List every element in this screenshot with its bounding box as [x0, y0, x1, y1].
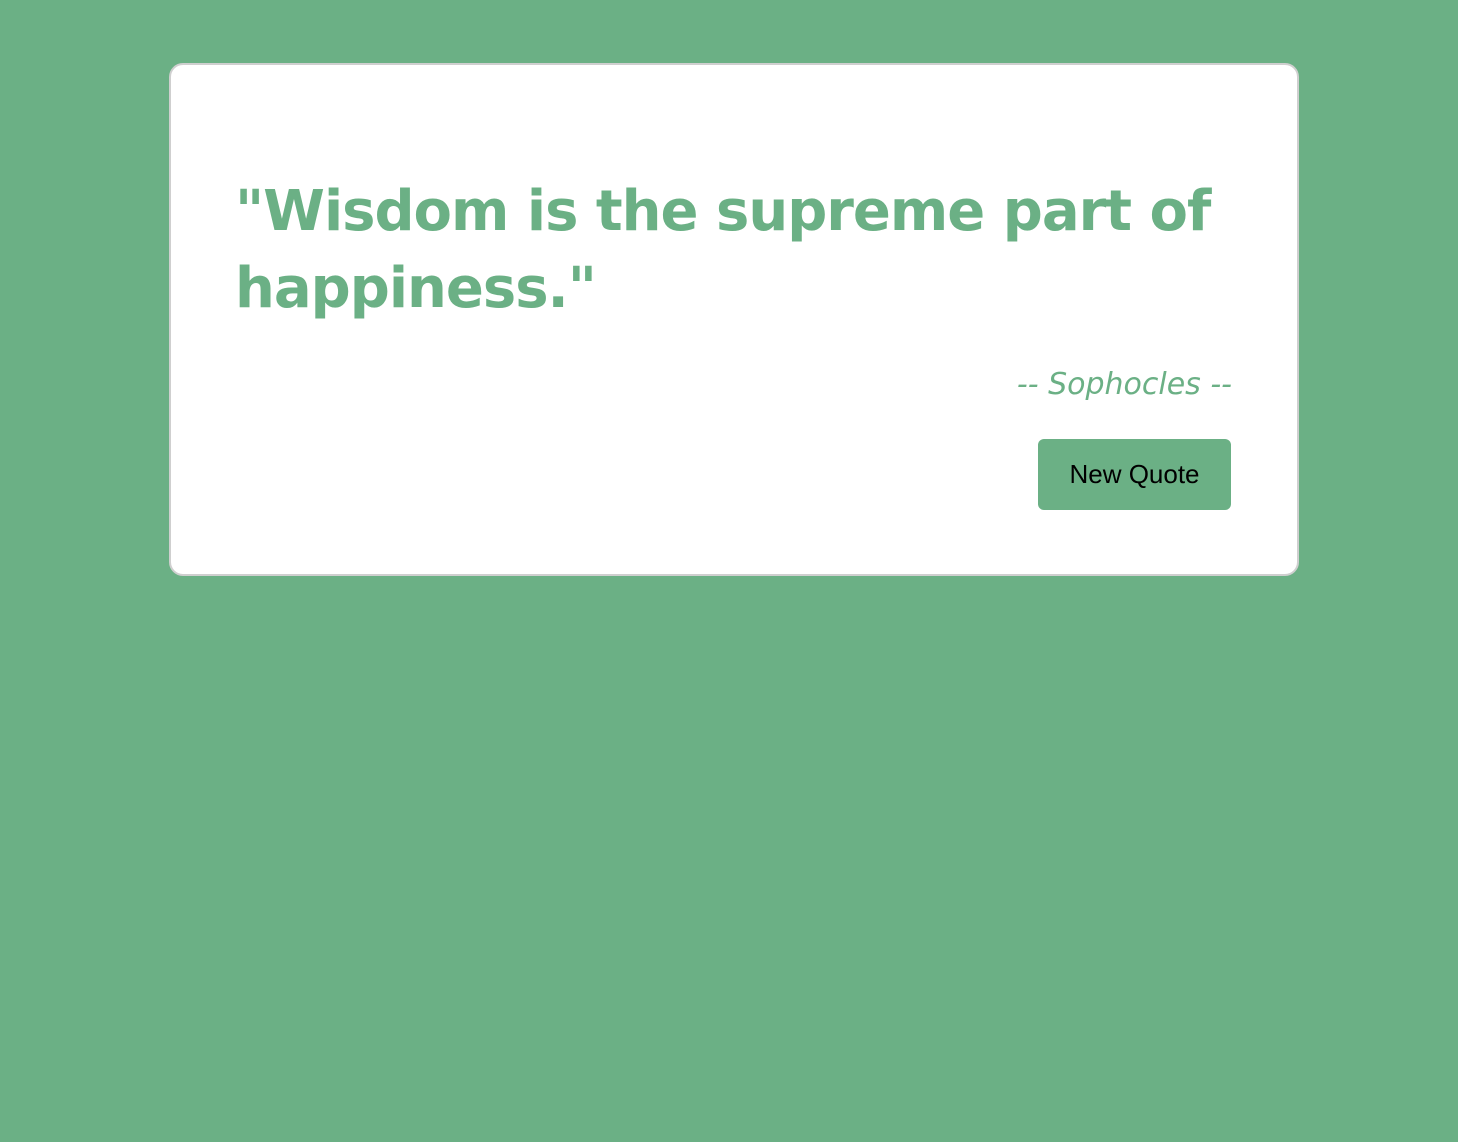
new-quote-button[interactable]: New Quote: [1038, 439, 1231, 510]
quote-card: "Wisdom is the supreme part of happiness…: [169, 63, 1299, 576]
quote-text: "Wisdom is the supreme part of happiness…: [235, 179, 1211, 321]
quote-author: -- Sophocles --: [1016, 367, 1232, 402]
